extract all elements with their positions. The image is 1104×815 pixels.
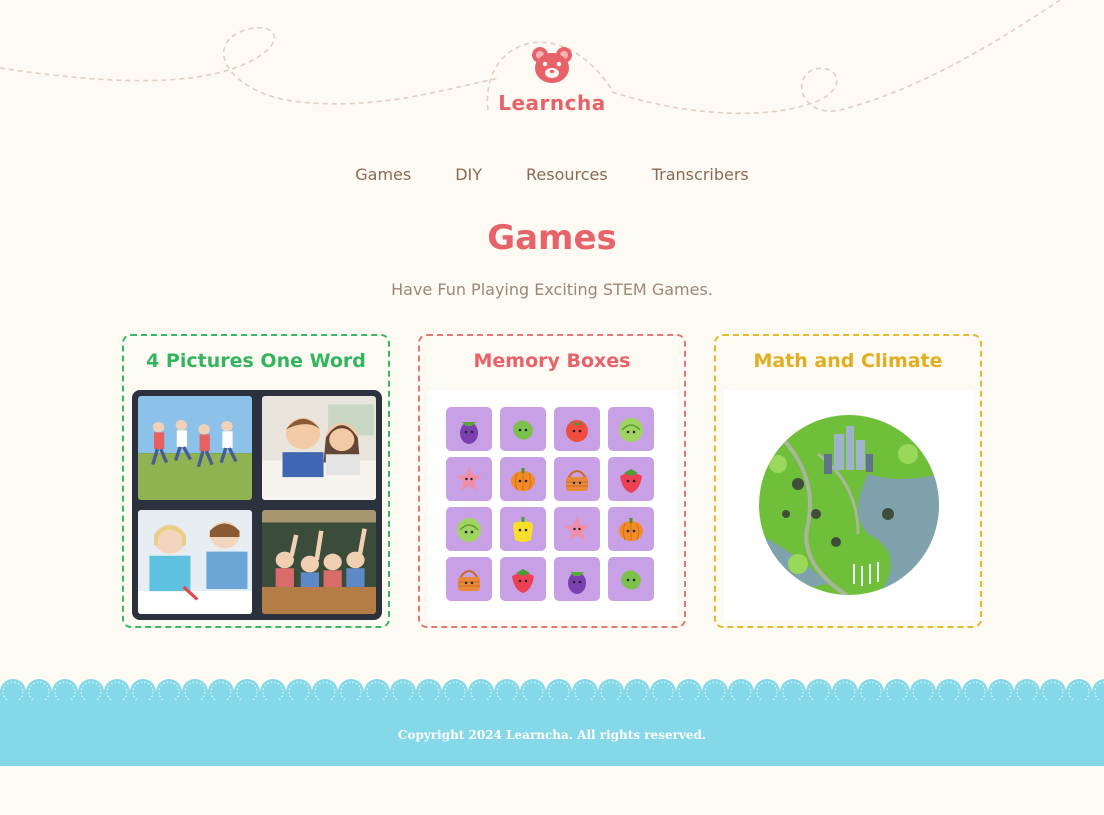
memory-tile bbox=[446, 407, 492, 451]
game-card-4-pictures[interactable]: 4 Pictures One Word bbox=[122, 334, 390, 628]
memory-tile bbox=[500, 557, 546, 601]
starfish-icon bbox=[564, 516, 590, 541]
memory-tile bbox=[446, 507, 492, 551]
starfish-icon bbox=[456, 466, 482, 491]
nav-item-transcribers[interactable]: Transcribers bbox=[652, 165, 749, 184]
nav-item-diy[interactable]: DIY bbox=[455, 165, 482, 184]
nav-item-games[interactable]: Games bbox=[355, 165, 411, 184]
cucumber-icon bbox=[513, 420, 533, 440]
memory-tile bbox=[608, 407, 654, 451]
card-title: Memory Boxes bbox=[473, 350, 631, 372]
memory-tile bbox=[554, 507, 600, 551]
city-island-image bbox=[759, 415, 939, 595]
eggplant-icon bbox=[460, 422, 478, 444]
memory-tile bbox=[608, 557, 654, 601]
basket-icon bbox=[566, 470, 588, 491]
memory-boxes-thumbnail bbox=[428, 390, 678, 620]
memory-tile bbox=[446, 557, 492, 601]
page-subtitle: Have Fun Playing Exciting STEM Games. bbox=[391, 280, 713, 299]
photo-kids-lying bbox=[262, 396, 376, 500]
four-pictures-thumbnail bbox=[132, 390, 382, 620]
bear-icon bbox=[532, 47, 572, 83]
footer: Copyright 2024 Learncha. All rights rese… bbox=[0, 676, 1104, 766]
card-title: Math and Climate bbox=[753, 350, 943, 372]
memory-tile bbox=[554, 407, 600, 451]
pumpkin-icon bbox=[511, 468, 535, 491]
memory-tile bbox=[608, 507, 654, 551]
strawberry-icon bbox=[512, 569, 534, 593]
game-card-math-climate[interactable]: Math and Climate bbox=[714, 334, 982, 628]
nav-item-resources[interactable]: Resources bbox=[526, 165, 608, 184]
eggplant-icon bbox=[568, 572, 586, 594]
math-climate-thumbnail bbox=[724, 390, 974, 620]
main-nav: Games DIY Resources Transcribers bbox=[0, 165, 1104, 184]
photo-kids-jumping bbox=[138, 396, 252, 500]
memory-tile bbox=[608, 457, 654, 501]
basket-icon bbox=[458, 570, 480, 591]
strawberry-icon bbox=[620, 469, 642, 493]
brand-name: Learncha bbox=[498, 91, 606, 115]
cabbage-icon bbox=[619, 418, 643, 442]
game-card-memory-boxes[interactable]: Memory Boxes bbox=[418, 334, 686, 628]
memory-tile bbox=[500, 457, 546, 501]
memory-tile bbox=[500, 507, 546, 551]
memory-tile bbox=[500, 407, 546, 451]
copyright-text: Copyright 2024 Learncha. All rights rese… bbox=[397, 728, 707, 742]
photo-classroom bbox=[262, 510, 376, 614]
cucumber-icon bbox=[621, 570, 641, 590]
scallop-edge bbox=[0, 679, 1104, 700]
card-title: 4 Pictures One Word bbox=[146, 350, 366, 372]
bell-pepper-icon bbox=[513, 517, 533, 542]
cabbage-icon bbox=[457, 518, 481, 542]
memory-tile bbox=[554, 557, 600, 601]
pumpkin-icon bbox=[619, 518, 643, 541]
memory-tile bbox=[554, 457, 600, 501]
page-title: Games bbox=[487, 218, 617, 258]
tomato-icon bbox=[566, 420, 588, 442]
photo-kids-writing bbox=[138, 510, 252, 614]
memory-tile bbox=[446, 457, 492, 501]
logo[interactable]: Learncha bbox=[482, 45, 622, 115]
